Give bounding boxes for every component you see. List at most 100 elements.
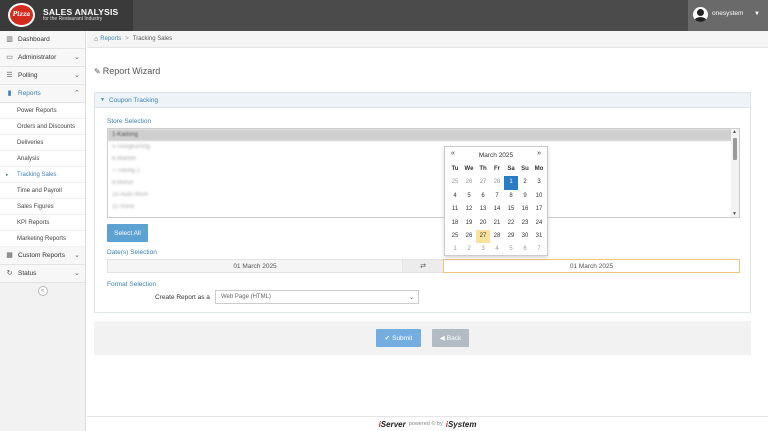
sidebar-subitem-marketing-reports[interactable]: Marketing Reports xyxy=(0,231,85,247)
calendar-day[interactable]: 28 xyxy=(490,176,504,189)
calendar-day[interactable]: 27 xyxy=(476,176,490,189)
calendar-day[interactable]: 22 xyxy=(504,217,518,230)
calendar-day[interactable]: 24 xyxy=(532,217,546,230)
calendar-weekday-label: Su xyxy=(521,166,529,172)
calendar-day[interactable]: 3 xyxy=(532,176,546,189)
calendar-day[interactable]: 11 xyxy=(448,203,462,216)
calendar-day[interactable]: 3 xyxy=(476,243,490,256)
user-menu[interactable]: onesystem ▼ xyxy=(688,0,768,31)
home-icon[interactable]: ⌂ xyxy=(94,36,98,43)
sidebar-subitem-sales-figures[interactable]: Sales Figures xyxy=(0,199,85,215)
store-option[interactable]: 1-Kadong xyxy=(108,129,739,141)
store-option[interactable]: 7-Tolong 1 xyxy=(108,165,739,177)
calendar-day[interactable]: 23 xyxy=(518,217,532,230)
store-option[interactable]: 11-Sona xyxy=(108,201,739,213)
calendar-day[interactable]: 8 xyxy=(504,190,518,203)
coupon-tracking-panel: ▼ Coupon Tracking Store Selection 1-Kado… xyxy=(94,92,751,313)
breadcrumb-separator: > xyxy=(125,36,129,42)
sidebar-item-status[interactable]: ↻ Status ⌄ xyxy=(0,265,85,283)
submit-button[interactable]: ✔ Submit xyxy=(376,329,421,347)
calendar-day[interactable]: 5 xyxy=(462,190,476,203)
sidebar-subitem-power-reports[interactable]: Power Reports xyxy=(0,103,85,119)
sidebar-item-administrator[interactable]: ▭ Administrator ⌄ xyxy=(0,49,85,67)
calendar-day[interactable]: 6 xyxy=(518,243,532,256)
chart-icon: ▥ xyxy=(6,36,13,43)
sidebar-subitem-time-payroll[interactable]: Time and Payroll xyxy=(0,183,85,199)
sidebar-subitem-deliveries[interactable]: Deliveries xyxy=(0,135,85,151)
chevron-down-icon: ⌄ xyxy=(408,294,414,301)
calendar-day[interactable]: 2 xyxy=(518,176,532,189)
calendar-day[interactable]: 7 xyxy=(532,243,546,256)
calendar-day[interactable]: 16 xyxy=(518,203,532,216)
calendar-day[interactable]: 28 xyxy=(490,230,504,243)
calendar-day[interactable]: 5 xyxy=(504,243,518,256)
calendar-day[interactable]: 29 xyxy=(504,230,518,243)
sidebar-item-label: Custom Reports xyxy=(18,252,65,259)
date-from-input[interactable]: 01 March 2025 xyxy=(107,259,403,273)
calendar-day[interactable]: 26 xyxy=(462,176,476,189)
back-button[interactable]: ◀ Back xyxy=(432,329,469,347)
sidebar-subitem-kpi-reports[interactable]: KPI Reports xyxy=(0,215,85,231)
calendar-day[interactable]: 15 xyxy=(504,203,518,216)
calendar-day[interactable]: 19 xyxy=(462,217,476,230)
calendar-prev-button[interactable]: « xyxy=(451,150,455,157)
store-list[interactable]: 1-Kadong 5-Songkurong 6-Marten 7-Tolong … xyxy=(107,128,740,218)
calendar-day[interactable]: 21 xyxy=(490,217,504,230)
calendar-day[interactable]: 27 xyxy=(476,229,490,244)
sidebar-item-reports[interactable]: ▮ Reports ⌃ xyxy=(0,85,85,103)
store-selection-label: Store Selection xyxy=(107,118,152,125)
calendar-day[interactable]: 26 xyxy=(462,230,476,243)
sidebar-item-dashboard[interactable]: ▥ Dashboard xyxy=(0,31,85,49)
chevron-down-icon: ⌄ xyxy=(74,54,80,61)
date-picker-popup: « March 2025 » Tu We Th Fr Sa Su Mo 25 26 27 28 1 2 3… xyxy=(444,146,548,256)
store-option[interactable]: 5-Songkurong xyxy=(108,141,739,153)
monitor-icon: ▭ xyxy=(6,54,13,61)
sidebar-subitem-tracking-sales[interactable]: Tracking Sales xyxy=(0,167,85,183)
calendar-day[interactable]: 31 xyxy=(532,230,546,243)
calendar-day[interactable]: 2 xyxy=(462,243,476,256)
calendar-next-button[interactable]: » xyxy=(537,150,541,157)
back-label: Back xyxy=(446,334,462,342)
sidebar-item-label: Polling xyxy=(18,72,38,79)
brand-area[interactable]: Pizza Hut SALES ANALYSIS for the Restaur… xyxy=(0,0,133,38)
store-option[interactable]: 8-Bunut xyxy=(108,177,739,189)
calendar-header: « March 2025 » xyxy=(445,147,547,163)
scroll-down-icon[interactable]: ▼ xyxy=(732,211,737,217)
select-all-button[interactable]: Select All xyxy=(107,224,148,242)
sidebar-item-custom-reports[interactable]: ▦ Custom Reports ⌄ xyxy=(0,247,85,265)
store-list-scrollbar[interactable]: ▲ ▼ xyxy=(731,129,739,217)
calendar-day[interactable]: 25 xyxy=(448,176,462,189)
calendar-weekday-label: Th xyxy=(479,166,487,172)
calendar-month-label[interactable]: March 2025 xyxy=(479,152,513,159)
main-content: ⌂ Reports > Tracking Sales ✎ Report Wiza… xyxy=(87,31,768,431)
calendar-day[interactable]: 20 xyxy=(476,217,490,230)
calendar-day[interactable]: 1 xyxy=(448,243,462,256)
calendar-day[interactable]: 4 xyxy=(490,243,504,256)
calendar-day[interactable]: 14 xyxy=(490,203,504,216)
scroll-up-icon[interactable]: ▲ xyxy=(732,129,737,135)
calendar-day[interactable]: 17 xyxy=(532,203,546,216)
calendar-day[interactable]: 30 xyxy=(518,230,532,243)
store-option[interactable]: 6-Marten xyxy=(108,153,739,165)
sidebar-subitem-orders-discounts[interactable]: Orders and Discounts xyxy=(0,119,85,135)
calendar-day[interactable]: 6 xyxy=(476,190,490,203)
calendar-day[interactable]: 13 xyxy=(476,203,490,216)
calendar-day[interactable]: 18 xyxy=(448,217,462,230)
report-format-select[interactable]: Web Page (HTML) ⌄ xyxy=(215,290,419,304)
calendar-day[interactable]: 12 xyxy=(462,203,476,216)
store-option[interactable]: 10-Auto Wish xyxy=(108,189,739,201)
calendar-day[interactable]: 7 xyxy=(490,190,504,203)
scroll-thumb[interactable] xyxy=(733,138,737,160)
panel-header[interactable]: ▼ Coupon Tracking xyxy=(95,93,750,108)
sidebar-item-polling[interactable]: ☰ Polling ⌄ xyxy=(0,67,85,85)
chevron-down-icon: ⌄ xyxy=(74,252,80,259)
breadcrumb-reports-link[interactable]: Reports xyxy=(100,36,121,42)
sidebar-subitem-analysis[interactable]: Analysis xyxy=(0,151,85,167)
calendar-day[interactable]: 4 xyxy=(448,190,462,203)
calendar-day[interactable]: 10 xyxy=(532,190,546,203)
calendar-day[interactable]: 1 xyxy=(504,176,518,190)
calendar-day[interactable]: 9 xyxy=(518,190,532,203)
calendar-day[interactable]: 25 xyxy=(448,230,462,243)
date-to-input[interactable]: 01 March 2025 xyxy=(443,259,740,273)
sidebar-collapse-button[interactable]: « xyxy=(37,286,48,296)
